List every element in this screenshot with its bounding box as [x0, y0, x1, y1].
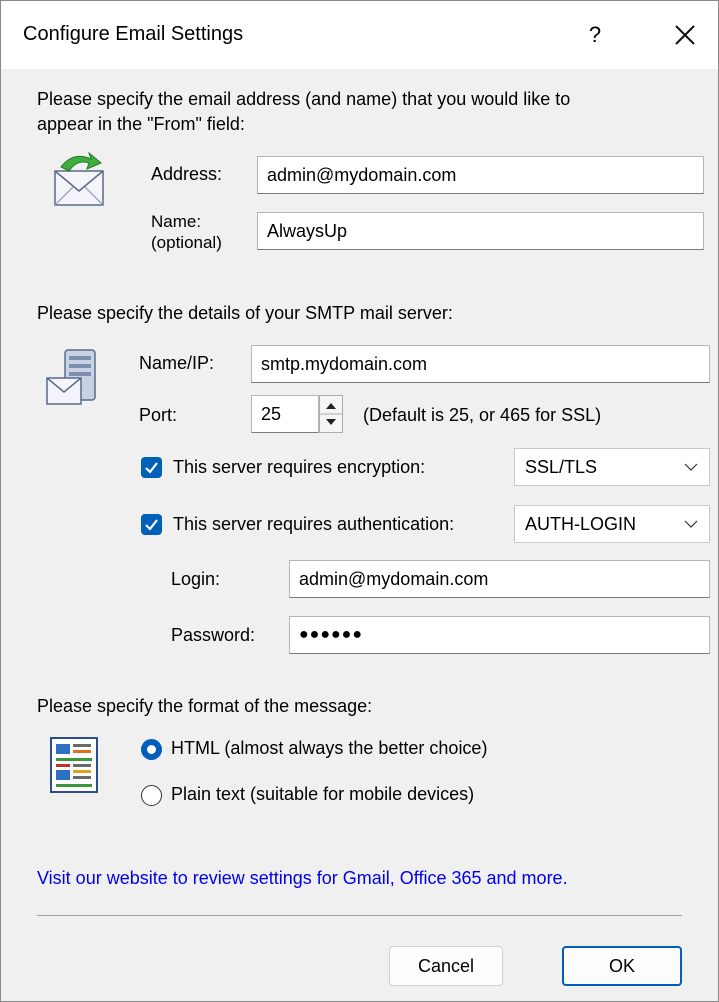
- checkmark-icon: [145, 519, 158, 531]
- password-label: Password:: [171, 625, 256, 645]
- format-intro: Please specify the format of the message…: [37, 696, 373, 716]
- port-field[interactable]: 25: [251, 395, 319, 433]
- close-button[interactable]: [665, 17, 705, 53]
- port-label: Port:: [139, 405, 178, 425]
- encryption-select-value: SSL/TLS: [525, 457, 598, 477]
- from-intro-line2: appear in the "From" field:: [37, 114, 245, 134]
- plain-text-format-label[interactable]: Plain text (suitable for mobile devices): [171, 784, 474, 805]
- footer-divider: [37, 915, 682, 916]
- name-ip-field[interactable]: smtp.mydomain.com: [251, 345, 710, 383]
- configure-email-dialog: Configure Email Settings ? Please specif…: [0, 0, 719, 1002]
- name-label-line1: Name:: [151, 212, 202, 231]
- password-field[interactable]: ●●●●●●: [289, 616, 710, 654]
- name-label-line2: (optional): [151, 233, 222, 252]
- port-hint: (Default is 25, or 465 for SSL): [363, 405, 602, 425]
- settings-help-link[interactable]: Visit our website to review settings for…: [37, 868, 568, 889]
- close-icon: [675, 25, 695, 45]
- authentication-select-value: AUTH-LOGIN: [525, 514, 637, 534]
- authentication-label[interactable]: This server requires authentication:: [173, 514, 454, 535]
- name-ip-label: Name/IP:: [139, 353, 215, 373]
- ok-button[interactable]: OK: [562, 946, 682, 986]
- authentication-select[interactable]: AUTH-LOGIN: [514, 505, 710, 543]
- chevron-down-icon: [684, 463, 698, 471]
- name-field[interactable]: AlwaysUp: [257, 212, 704, 250]
- login-label: Login:: [171, 569, 221, 589]
- title-bar: Configure Email Settings ?: [1, 1, 718, 69]
- checkmark-icon: [145, 462, 158, 474]
- encryption-label[interactable]: This server requires encryption:: [173, 457, 425, 478]
- smtp-intro: Please specify the details of your SMTP …: [37, 303, 453, 323]
- html-format-radio[interactable]: [141, 739, 162, 760]
- login-field[interactable]: admin@mydomain.com: [289, 560, 710, 598]
- dialog-title: Configure Email Settings: [23, 23, 244, 45]
- chevron-down-icon: [684, 520, 698, 528]
- document-format-icon: [49, 736, 99, 799]
- spinner-arrows-icon: [320, 403, 342, 425]
- address-field[interactable]: admin@mydomain.com: [257, 156, 704, 194]
- authentication-checkbox[interactable]: [141, 514, 162, 535]
- plain-text-format-radio[interactable]: [141, 785, 162, 806]
- name-label: Name: (optional): [151, 211, 222, 253]
- cancel-button[interactable]: Cancel: [389, 946, 503, 986]
- encryption-checkbox[interactable]: [141, 457, 162, 478]
- server-mail-icon: [43, 344, 105, 417]
- envelope-arrow-icon: [51, 149, 115, 214]
- from-intro-line1: Please specify the email address (and na…: [37, 89, 571, 109]
- help-button[interactable]: ?: [575, 17, 615, 53]
- encryption-select[interactable]: SSL/TLS: [514, 448, 710, 486]
- address-label: Address:: [151, 164, 223, 184]
- html-format-label[interactable]: HTML (almost always the better choice): [171, 738, 487, 759]
- port-spinner[interactable]: [319, 395, 343, 433]
